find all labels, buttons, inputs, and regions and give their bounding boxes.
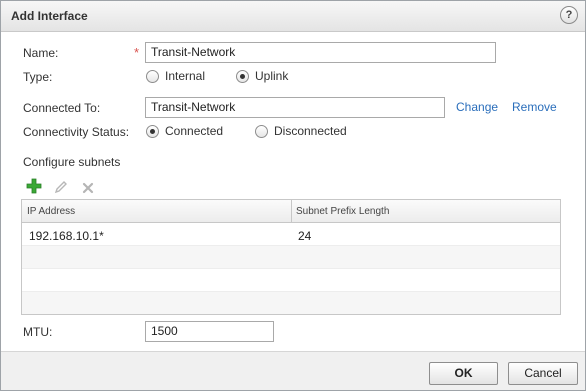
radio-circle-selected xyxy=(236,69,249,83)
type-uplink-radio[interactable]: Uplink xyxy=(236,69,288,83)
configure-subnets-label: Configure subnets xyxy=(23,155,121,169)
connected-to-field[interactable]: Transit-Network xyxy=(145,97,445,118)
add-icon[interactable] xyxy=(26,178,42,194)
connectivity-status-label: Connectivity Status: xyxy=(23,125,130,139)
table-row-empty xyxy=(22,246,560,269)
dialog-footer: OK Cancel xyxy=(1,351,585,390)
table-row[interactable]: 192.168.10.1* 24 xyxy=(22,223,560,246)
ip-address-cell: 192.168.10.1* xyxy=(29,229,104,243)
radio-circle xyxy=(146,69,159,83)
delete-icon[interactable] xyxy=(80,180,96,196)
radio-circle-selected xyxy=(146,124,159,138)
name-input[interactable]: Transit-Network xyxy=(145,42,496,63)
mtu-label: MTU: xyxy=(23,325,53,339)
prefix-length-cell: 24 xyxy=(298,229,312,243)
mtu-input[interactable]: 1500 xyxy=(145,321,274,342)
disconnected-label: Disconnected xyxy=(274,124,347,138)
title-bar: Add Interface ? xyxy=(1,1,585,32)
column-header-prefix-length[interactable]: Subnet Prefix Length xyxy=(296,206,389,217)
name-label: Name: xyxy=(23,46,59,60)
table-row-empty xyxy=(22,269,560,292)
connected-radio[interactable]: Connected xyxy=(146,124,223,138)
edit-icon[interactable] xyxy=(53,179,69,195)
connected-to-label: Connected To: xyxy=(23,101,101,115)
change-link[interactable]: Change xyxy=(456,100,498,114)
remove-link[interactable]: Remove xyxy=(512,100,557,114)
required-marker: * xyxy=(134,45,140,60)
disconnected-radio[interactable]: Disconnected xyxy=(255,124,347,138)
cancel-button[interactable]: Cancel xyxy=(508,362,578,385)
dialog-title: Add Interface xyxy=(11,9,88,23)
help-icon[interactable]: ? xyxy=(560,6,578,24)
type-uplink-label: Uplink xyxy=(255,69,289,83)
subnets-table: IP Address Subnet Prefix Length 192.168.… xyxy=(21,199,561,315)
connected-label: Connected xyxy=(165,124,224,138)
type-internal-radio[interactable]: Internal xyxy=(146,69,205,83)
type-internal-label: Internal xyxy=(165,69,206,83)
column-header-ip-address[interactable]: IP Address xyxy=(27,206,75,217)
table-row-empty xyxy=(22,292,560,314)
type-label: Type: xyxy=(23,70,53,84)
ok-button[interactable]: OK xyxy=(429,362,498,385)
add-interface-dialog: Add Interface ? Name: * Transit-Network … xyxy=(0,0,586,391)
radio-circle xyxy=(255,124,268,138)
